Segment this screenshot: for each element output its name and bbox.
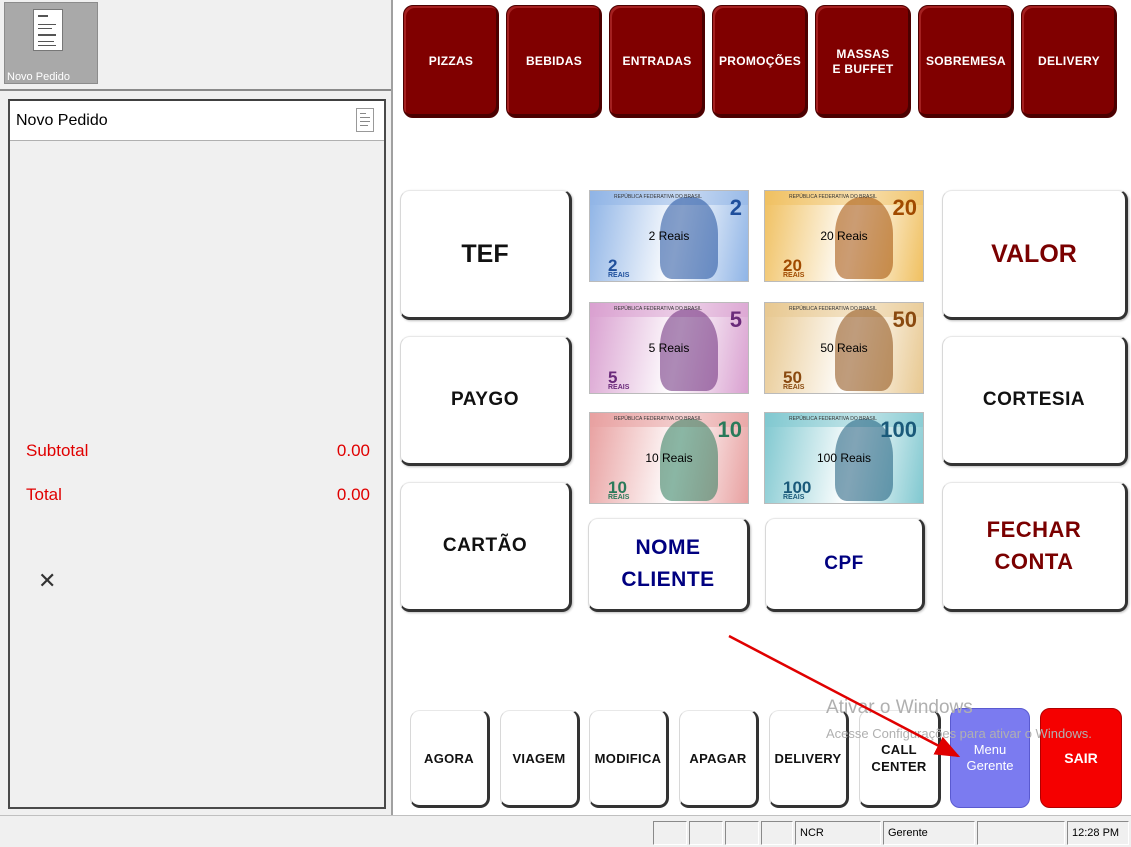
status-cell (977, 821, 1065, 845)
modifica-button[interactable]: MODIFICA (589, 710, 669, 808)
note-reais-text: REAIS (608, 272, 630, 279)
paygo-button[interactable]: PAYGO (400, 336, 572, 466)
sair-button[interactable]: SAIR (1040, 708, 1122, 808)
note-denomination: 5 (729, 307, 742, 332)
note-denomination-small: 2 (608, 256, 618, 275)
status-clock: 12:28 PM (1067, 821, 1129, 845)
order-panel: Novo Pedido Novo Pedido Subtotal 0.00 To… (0, 0, 393, 815)
note-country-text: REPÚBLICA FEDERATIVA DO BRASIL (789, 416, 877, 422)
category-bebidas-button[interactable]: BEBIDAS (506, 5, 602, 118)
note-country-text: REPÚBLICA FEDERATIVA DO BRASIL (614, 416, 702, 422)
tef-button[interactable]: TEF (400, 190, 572, 320)
nome-cliente-button[interactable]: NOME CLIENTE (588, 518, 750, 612)
note-reais-text: REAIS (783, 384, 805, 391)
note-reais-text: REAIS (783, 272, 805, 279)
status-cell (761, 821, 793, 845)
category-sobremesa-button[interactable]: SOBREMESA (918, 5, 1014, 118)
valor-button[interactable]: VALOR (942, 190, 1128, 320)
order-thumbnail-label: Novo Pedido (7, 71, 70, 83)
note-denomination: 50 (892, 307, 917, 332)
menu-gerente-button[interactable]: Menu Gerente (950, 708, 1030, 808)
subtotal-label: Subtotal (26, 441, 89, 460)
apagar-button[interactable]: APAGAR (679, 710, 759, 808)
note-2-reais[interactable]: REPÚBLICA FEDERATIVA DO BRASIL 2 2 REAIS 2 R… (589, 190, 749, 282)
note-denomination: 20 (892, 195, 917, 220)
note-denomination-small: 50 (783, 368, 802, 387)
status-cell (725, 821, 759, 845)
note-caption: 20 Reais (820, 229, 868, 243)
note-denomination: 10 (717, 417, 742, 442)
note-caption: 10 Reais (645, 451, 693, 465)
order-title-row[interactable]: Novo Pedido (10, 101, 384, 141)
note-caption: 5 Reais (648, 341, 690, 355)
note-50-reais[interactable]: REPÚBLICA FEDERATIVA DO BRASIL 50 50 REAIS 5… (764, 302, 924, 394)
cartao-button[interactable]: CARTÃO (400, 482, 572, 612)
category-delivery-button[interactable]: DELIVERY (1021, 5, 1117, 118)
activation-watermark-subtitle: Acesse Configurações para ativar o Windo… (826, 726, 1092, 741)
note-20-reais[interactable]: REPÚBLICA FEDERATIVA DO BRASIL 20 20 REAIS 2… (764, 190, 924, 282)
close-icon[interactable]: ✕ (38, 570, 56, 592)
category-pizzas-button[interactable]: PIZZAS (403, 5, 499, 118)
status-bar: NCR Gerente 12:28 PM (0, 815, 1131, 847)
category-promocoes-button[interactable]: PROMOÇÕES (712, 5, 808, 118)
category-entradas-button[interactable]: ENTRADAS (609, 5, 705, 118)
status-user: Gerente (883, 821, 975, 845)
order-title: Novo Pedido (16, 112, 108, 129)
note-country-text: REPÚBLICA FEDERATIVA DO BRASIL (614, 306, 702, 312)
status-cell (689, 821, 723, 845)
note-reais-text: REAIS (608, 494, 630, 501)
note-denomination-small: 100 (783, 478, 812, 497)
order-thumbnail[interactable]: Novo Pedido (4, 2, 98, 84)
cpf-button[interactable]: CPF (765, 518, 925, 612)
document-icon (33, 9, 63, 51)
note-denomination: 100 (880, 417, 917, 442)
total-value: 0.00 (336, 485, 370, 504)
order-items-list[interactable]: Novo Pedido Subtotal 0.00 Total 0.00 (8, 99, 386, 809)
viagem-button[interactable]: VIAGEM (500, 710, 580, 808)
status-terminal: NCR (795, 821, 881, 845)
agora-button[interactable]: AGORA (410, 710, 490, 808)
note-country-text: REPÚBLICA FEDERATIVA DO BRASIL (789, 194, 877, 200)
activation-watermark-title: Ativar o Windows (826, 697, 973, 718)
cortesia-button[interactable]: CORTESIA (942, 336, 1128, 466)
note-100-reais[interactable]: REPÚBLICA FEDERATIVA DO BRASIL 100 100 REAI… (764, 412, 924, 504)
note-denomination-small: 20 (783, 256, 802, 275)
note-country-text: REPÚBLICA FEDERATIVA DO BRASIL (614, 194, 702, 200)
fechar-conta-button[interactable]: FECHAR CONTA (942, 482, 1128, 612)
note-caption: 50 Reais (820, 341, 868, 355)
note-denomination-small: 10 (608, 478, 627, 497)
subtotal-value: 0.00 (336, 441, 370, 460)
note-caption: 2 Reais (648, 229, 690, 243)
note-country-text: REPÚBLICA FEDERATIVA DO BRASIL (789, 306, 877, 312)
total-label: Total (26, 485, 62, 504)
document-icon (356, 108, 374, 132)
note-caption: 100 Reais (816, 451, 872, 465)
note-reais-text: REAIS (783, 494, 805, 501)
note-5-reais[interactable]: REPÚBLICA FEDERATIVA DO BRASIL 5 5 REAIS 5 R… (589, 302, 749, 394)
note-reais-text: REAIS (608, 384, 630, 391)
category-massas-buffet-button[interactable]: MASSAS E BUFFET (815, 5, 911, 118)
note-denomination: 2 (729, 195, 742, 220)
note-10-reais[interactable]: REPÚBLICA FEDERATIVA DO BRASIL 10 10 REAIS 1… (589, 412, 749, 504)
note-denomination-small: 5 (608, 368, 618, 387)
divider (0, 89, 391, 91)
status-cell (653, 821, 687, 845)
